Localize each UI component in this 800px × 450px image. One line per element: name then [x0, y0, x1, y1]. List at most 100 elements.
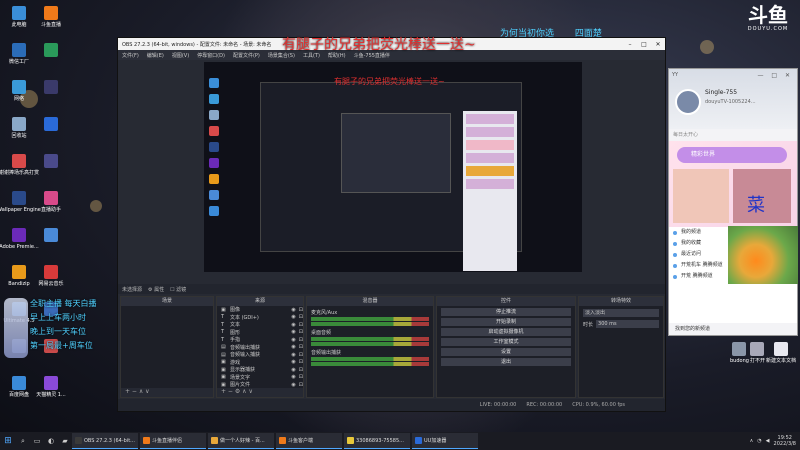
desktop-icon[interactable]: 网易云音乐: [34, 263, 68, 300]
taskbar-clock[interactable]: 19:52 2022/3/8: [774, 435, 796, 447]
transitions-dock[interactable]: 转场特效 淡入淡出 时长 300 ms: [578, 296, 664, 398]
visibility-eye-icon[interactable]: ◉: [291, 359, 295, 365]
obs-menu-item[interactable]: 文件(F): [122, 52, 139, 59]
close-button[interactable]: ✕: [651, 41, 665, 48]
control-button[interactable]: 工作室模式: [441, 338, 571, 346]
folder-icon[interactable]: ▰: [58, 432, 72, 450]
taskbar-app-button[interactable]: UU加速器: [412, 433, 478, 449]
desktop-icon[interactable]: 新建文本文档: [766, 340, 796, 377]
control-button[interactable]: 退出: [441, 358, 571, 366]
sources-dock-footer[interactable]: + − ⚙ ∧ ∨: [217, 388, 303, 397]
lock-icon[interactable]: ⊡: [299, 322, 303, 328]
tray-chevron-icon[interactable]: ∧: [750, 438, 754, 444]
obs-menu-item[interactable]: 配置文件(P): [233, 52, 260, 59]
visibility-eye-icon[interactable]: ◉: [291, 352, 295, 358]
source-item[interactable]: ▣ 游戏 ◉ ⊡: [217, 359, 303, 367]
sources-dock[interactable]: 来源 ▣ 图像 ◉ ⊡ T 文本 (GDI+) ◉ ⊡ T 文本 ◉ ⊡ T 图形 ◉ ⊡ T 手指 ◉ ⊡ ▤ 音频输出…: [216, 296, 304, 398]
desktop-icon[interactable]: [34, 115, 68, 152]
visibility-eye-icon[interactable]: ◉: [291, 344, 295, 350]
search-icon[interactable]: ⌕: [16, 432, 30, 450]
lock-icon[interactable]: ⊡: [299, 359, 303, 365]
controls-dock[interactable]: 控件 停止推流 开始录制 启动虚拟摄像机 工作室模式 设置 退出: [436, 296, 576, 398]
control-button[interactable]: 设置: [441, 348, 571, 356]
taskbar-app-button[interactable]: OBS 27.2.3 (64-bit...: [72, 433, 138, 449]
source-item[interactable]: ▣ 图像 ◉ ⊡: [217, 306, 303, 314]
desktop-icon[interactable]: 微信工厂: [2, 41, 36, 78]
taskbar-app-button[interactable]: 斗鱼直播伴侣: [140, 433, 206, 449]
desktop-icon[interactable]: 天猫精灵 1...: [34, 374, 68, 411]
desktop-icon[interactable]: 直播助手: [34, 189, 68, 226]
toolbar-button[interactable]: ☐ 滤镜: [170, 286, 186, 293]
lock-icon[interactable]: ⊡: [299, 374, 303, 380]
lock-icon[interactable]: ⊡: [299, 314, 303, 320]
desktop-icon[interactable]: Bandizip: [2, 263, 36, 300]
task-view-icon[interactable]: ▭: [30, 432, 44, 450]
lock-icon[interactable]: ⊡: [299, 352, 303, 358]
desktop-icon[interactable]: [34, 41, 68, 78]
volume-slider[interactable]: [311, 342, 429, 346]
yy-client-panel[interactable]: YY — □ ✕ Single-755 douyuTV-1005224... 每…: [668, 68, 798, 336]
visibility-eye-icon[interactable]: ◉: [291, 314, 295, 320]
source-item[interactable]: ▣ 场景文字 ◉ ⊡: [217, 374, 303, 382]
obs-window[interactable]: OBS 27.2.3 (64-bit, windows) - 配置文件: 未命名…: [117, 37, 666, 412]
desktop-icon[interactable]: budong: [730, 340, 749, 377]
desktop-icon[interactable]: 此电脑: [2, 4, 36, 41]
desktop-icon[interactable]: [34, 78, 68, 115]
visibility-eye-icon[interactable]: ◉: [291, 322, 295, 328]
source-item[interactable]: ▤ 音频输出捕获 ◉ ⊡: [217, 344, 303, 352]
volume-icon[interactable]: ◀: [766, 438, 770, 444]
desktop-icon[interactable]: [34, 152, 68, 189]
control-button[interactable]: 开始录制: [441, 318, 571, 326]
source-item[interactable]: T 手指 ◉ ⊡: [217, 336, 303, 344]
visibility-eye-icon[interactable]: ◉: [291, 329, 295, 335]
obs-menu-item[interactable]: 编辑(E): [147, 52, 164, 59]
visibility-eye-icon[interactable]: ◉: [291, 367, 295, 373]
control-button[interactable]: 启动虚拟摄像机: [441, 328, 571, 336]
obs-menu-item[interactable]: 视图(V): [172, 52, 189, 59]
source-list[interactable]: ▣ 图像 ◉ ⊡ T 文本 (GDI+) ◉ ⊡ T 文本 ◉ ⊡ T 图形 ◉ ⊡ T 手指 ◉ ⊡ ▤ 音频输出捕获 ◉…: [217, 306, 303, 389]
source-item[interactable]: ▤ 音频输入捕获 ◉ ⊡: [217, 351, 303, 359]
obs-menu-item[interactable]: 停靠窗口(D): [197, 52, 225, 59]
control-button[interactable]: 停止推流: [441, 308, 571, 316]
desktop-icon[interactable]: 百度网盘: [2, 374, 36, 411]
transition-type-row[interactable]: 淡入淡出: [583, 309, 659, 317]
lock-icon[interactable]: ⊡: [299, 307, 303, 313]
windows-start-icon[interactable]: ⊞: [0, 432, 16, 450]
obs-preview-canvas[interactable]: 有腿子的兄弟把荧光棒送一送~: [204, 62, 582, 272]
volume-slider[interactable]: [311, 322, 429, 326]
yy-find-channel[interactable]: 找到您的新频道: [669, 323, 797, 335]
desktop-icon[interactable]: 回收站: [2, 115, 36, 152]
desktop-icon[interactable]: 斗鱼直播: [34, 4, 68, 41]
visibility-eye-icon[interactable]: ◉: [291, 307, 295, 313]
edge-icon[interactable]: ◐: [44, 432, 58, 450]
yy-window-controls[interactable]: — □ ✕: [757, 72, 793, 79]
visibility-eye-icon[interactable]: ◉: [291, 337, 295, 343]
lock-icon[interactable]: ⊡: [299, 344, 303, 350]
minimize-button[interactable]: –: [623, 41, 637, 48]
desktop-icon[interactable]: Wallpaper Engine: [0, 189, 41, 226]
taskbar-app-button[interactable]: 33086893-75585...: [344, 433, 410, 449]
maximize-button[interactable]: □: [637, 41, 651, 48]
desktop-icon[interactable]: 网络: [2, 78, 36, 115]
desktop-icon[interactable]: Adobe Premie...: [0, 226, 39, 263]
source-item[interactable]: T 文本 ◉ ⊡: [217, 321, 303, 329]
audio-mixer-dock[interactable]: 混音器 麦克风/Aux 桌面音频 音频输出捕获: [306, 296, 434, 398]
taskbar-app-button[interactable]: 做一个人好辣 - 百...: [208, 433, 274, 449]
taskbar-app-button[interactable]: 斗鱼客户端: [276, 433, 342, 449]
visibility-eye-icon[interactable]: ◉: [291, 382, 295, 388]
transition-type-select[interactable]: 淡入淡出: [583, 309, 659, 317]
avatar[interactable]: [675, 89, 701, 115]
lock-icon[interactable]: ⊡: [299, 382, 303, 388]
lock-icon[interactable]: ⊡: [299, 329, 303, 335]
network-icon[interactable]: ◔: [757, 438, 761, 444]
desktop-icon[interactable]: 打不开: [749, 340, 766, 377]
scenes-dock-footer[interactable]: + − ∧ ∨: [121, 388, 213, 397]
lock-icon[interactable]: ⊡: [299, 367, 303, 373]
yy-ad-banner[interactable]: 精彩世界 菜: [669, 141, 797, 227]
source-item[interactable]: T 文本 (GDI+) ◉ ⊡: [217, 314, 303, 322]
desktop-icon[interactable]: [34, 226, 68, 263]
lock-icon[interactable]: ⊡: [299, 337, 303, 343]
source-item[interactable]: ▣ 显示器捕获 ◉ ⊡: [217, 366, 303, 374]
volume-slider[interactable]: [311, 362, 429, 366]
source-item[interactable]: T 图形 ◉ ⊡: [217, 329, 303, 337]
